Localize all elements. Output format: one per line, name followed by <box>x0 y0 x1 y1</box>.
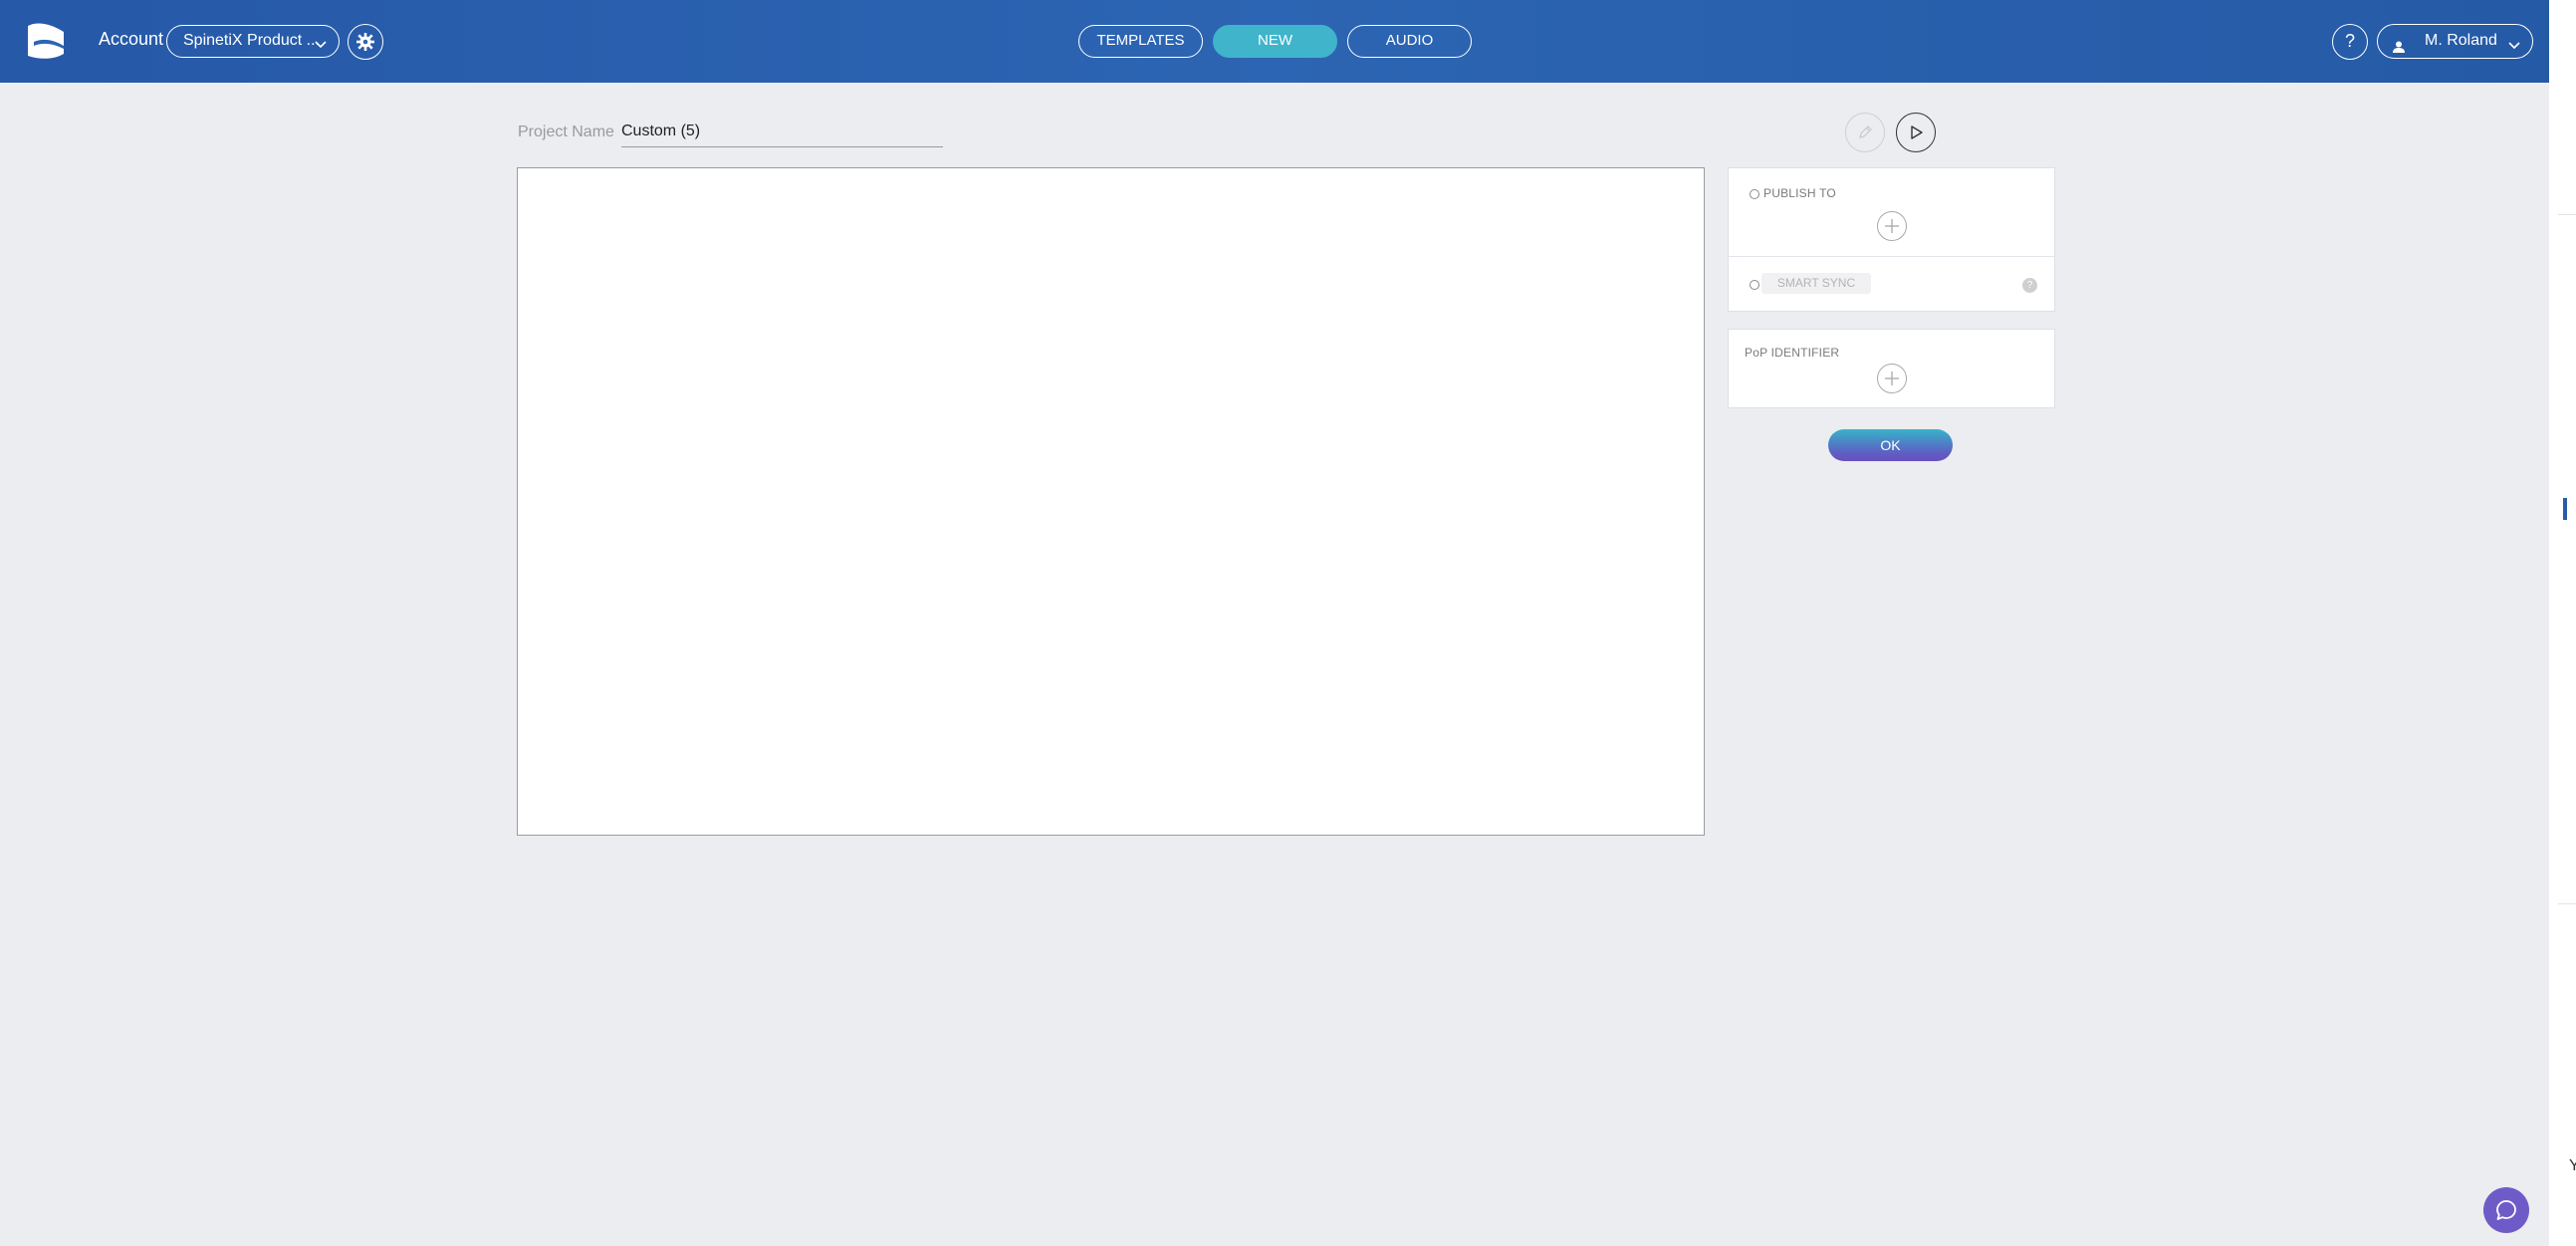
pop-identifier-panel: PoP IDENTIFIER <box>1728 329 2055 408</box>
pop-identifier-label: PoP IDENTIFIER <box>1745 346 1840 360</box>
plus-icon <box>1885 219 1899 233</box>
divider <box>2558 214 2576 215</box>
play-icon <box>1911 125 1923 139</box>
smart-sync-radio[interactable] <box>1750 280 1759 290</box>
plus-icon <box>1885 372 1899 385</box>
edit-button[interactable] <box>1845 113 1885 152</box>
user-name: M. Roland <box>2425 32 2497 49</box>
tab-templates[interactable]: TEMPLATES <box>1078 25 1203 58</box>
user-icon <box>2392 34 2406 66</box>
publish-to-radio[interactable] <box>1750 189 1759 199</box>
account-dropdown-value: SpinetiX Product ... <box>183 32 320 49</box>
account-label: Account <box>99 29 164 49</box>
tab-new[interactable]: NEW <box>1213 25 1337 58</box>
chevron-down-icon <box>313 33 329 49</box>
chevron-down-icon <box>2506 33 2522 65</box>
app-logo-icon[interactable] <box>26 20 68 62</box>
project-name-label: Project Name <box>518 124 614 140</box>
account-dropdown[interactable]: SpinetiX Product ... <box>166 25 340 58</box>
side-drawer-edge <box>2549 0 2576 1246</box>
preview-play-button[interactable] <box>1896 113 1936 152</box>
drawer-handle[interactable] <box>2563 498 2567 520</box>
partial-text: Y <box>2569 1157 2576 1174</box>
account-settings-button[interactable] <box>348 24 383 60</box>
publish-panel: PUBLISH TO SMART SYNC ? <box>1728 167 2055 312</box>
ok-button[interactable]: OK <box>1828 429 1953 461</box>
user-menu-dropdown[interactable]: M. Roland <box>2377 24 2533 59</box>
top-bar: Account SpinetiX Product ... TEMPLATES N… <box>0 0 2549 83</box>
add-pop-identifier-button[interactable] <box>1877 364 1907 393</box>
smart-sync-label: SMART SYNC <box>1761 273 1871 294</box>
tab-audio[interactable]: AUDIO <box>1347 25 1472 58</box>
smart-sync-help-icon[interactable]: ? <box>2022 278 2037 293</box>
divider <box>1729 256 2054 257</box>
project-name-input[interactable] <box>621 118 943 147</box>
divider <box>2558 903 2576 904</box>
editor-canvas[interactable] <box>517 167 1705 836</box>
chat-bubble-icon <box>2496 1200 2516 1220</box>
add-publish-target-button[interactable] <box>1877 211 1907 241</box>
pencil-icon <box>1859 125 1872 138</box>
help-button[interactable]: ? <box>2332 24 2368 60</box>
publish-to-label: PUBLISH TO <box>1763 186 1836 200</box>
chat-support-button[interactable] <box>2483 1187 2529 1233</box>
gear-icon <box>356 33 374 51</box>
